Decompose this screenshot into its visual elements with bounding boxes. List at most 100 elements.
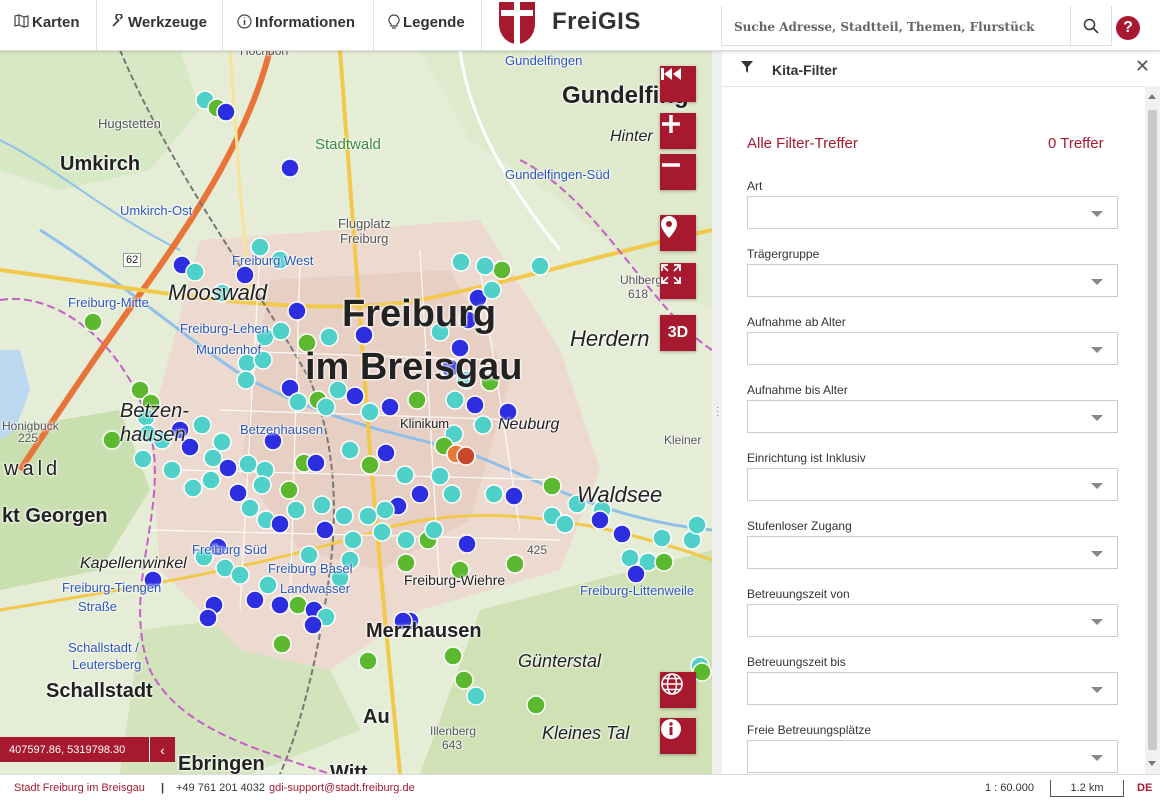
fullscreen-button[interactable] bbox=[660, 263, 696, 299]
coordinate-readout: 407597.86, 5319798.30 ‹ bbox=[0, 737, 175, 762]
locate-button[interactable] bbox=[660, 215, 696, 251]
footer: Stadt Freiburg im Breisgau | +49 761 201… bbox=[0, 774, 1160, 801]
nav-karten-label: Karten bbox=[32, 14, 80, 31]
label-freiburg-littenweiler: Freiburg-Littenweile bbox=[580, 583, 695, 598]
label-herdern: Herdern bbox=[570, 326, 650, 351]
top-navigation: Karten Werkzeuge Informationen Legende F… bbox=[0, 0, 1160, 51]
footer-email-link[interactable]: gdi-support@stadt.freiburg.de bbox=[269, 782, 415, 794]
label-wald: wald bbox=[4, 458, 62, 480]
chevron-down-icon bbox=[1091, 415, 1103, 421]
label-mundenhof: Mundenhof bbox=[196, 342, 262, 357]
nav-werkzeuge[interactable]: Werkzeuge bbox=[97, 0, 223, 50]
3d-button[interactable]: 3D bbox=[660, 315, 696, 351]
label-neuburg: Neuburg bbox=[498, 416, 560, 433]
field-label-betreuungszeit-bis: Betreuungszeit bis bbox=[747, 655, 846, 669]
select-betreuungszeit-von[interactable] bbox=[747, 604, 1118, 637]
info-icon bbox=[661, 719, 681, 739]
field-label-aufnahme-bis: Aufnahme bis Alter bbox=[747, 383, 848, 397]
fullscreen-icon bbox=[661, 264, 681, 284]
label-freiburg-tiengen-2: Straße bbox=[78, 599, 118, 614]
label-au: Au bbox=[363, 706, 390, 728]
label-road-62: 62 bbox=[123, 253, 142, 267]
zoom-out-button[interactable] bbox=[660, 154, 696, 190]
chevron-down-icon bbox=[1091, 211, 1103, 217]
help-button[interactable]: ? bbox=[1116, 16, 1140, 40]
panel-title: Kita-Filter bbox=[772, 62, 838, 78]
filter-icon bbox=[741, 61, 753, 73]
rewind-icon bbox=[661, 68, 681, 80]
nav-legende[interactable]: Legende bbox=[374, 0, 482, 50]
footer-org-link[interactable]: Stadt Freiburg im Breisgau bbox=[14, 782, 145, 794]
scroll-down-icon[interactable] bbox=[1148, 761, 1156, 766]
select-aufnahme-ab[interactable] bbox=[747, 332, 1118, 365]
label-mooswald: Mooswald bbox=[168, 280, 268, 305]
question-icon: ? bbox=[1123, 19, 1133, 36]
nav-informationen-label: Informationen bbox=[255, 14, 355, 31]
basemap-button[interactable] bbox=[660, 672, 696, 708]
field-label-traegergruppe: Trägergruppe bbox=[747, 247, 820, 261]
panel-header: Kita-Filter ✕ bbox=[722, 50, 1160, 87]
label-freiburg-sud: Freiburg Süd bbox=[192, 542, 268, 557]
label-hinter: Hinter bbox=[610, 128, 653, 145]
label-st-georgen: kt Georgen bbox=[2, 505, 108, 527]
scrollbar-thumb[interactable] bbox=[1148, 110, 1157, 750]
select-traegergruppe[interactable] bbox=[747, 264, 1118, 297]
info-icon bbox=[237, 14, 252, 32]
select-betreuungszeit-bis[interactable] bbox=[747, 672, 1118, 705]
label-flugplatz-2: Freiburg bbox=[340, 231, 389, 246]
label-umkirch: Umkirch bbox=[60, 153, 141, 175]
filter-results-count: 0 Treffer bbox=[1048, 135, 1104, 152]
label-ebringen: Ebringen bbox=[178, 753, 265, 774]
select-inklusiv[interactable] bbox=[747, 468, 1118, 501]
reset-view-button[interactable] bbox=[660, 66, 696, 102]
label-h425: 425 bbox=[527, 543, 548, 557]
label-betzenhausen-station: Betzenhausen bbox=[240, 422, 324, 437]
label-freiburg: Freiburg bbox=[342, 293, 497, 335]
chevron-down-icon bbox=[1091, 687, 1103, 693]
collapse-coords-button[interactable]: ‹ bbox=[149, 737, 175, 762]
select-aufnahme-bis[interactable] bbox=[747, 400, 1118, 433]
map-scale-ratio: 1 : 60.000 bbox=[985, 782, 1034, 794]
select-art[interactable] bbox=[747, 196, 1118, 229]
scale-bar: 1.2 km bbox=[1050, 780, 1124, 797]
coordinate-value: 407597.86, 5319798.30 bbox=[9, 743, 126, 756]
select-freie-plaetze[interactable] bbox=[747, 740, 1118, 773]
zoom-in-button[interactable] bbox=[660, 113, 696, 149]
label-gundelfingen-station: Gundelfingen bbox=[505, 53, 583, 68]
nav-karten[interactable]: Karten bbox=[0, 0, 97, 50]
label-waldsee: Waldsee bbox=[577, 482, 663, 507]
label-betzenhausen-1: Betzen- bbox=[120, 400, 189, 422]
label-betzenhausen-2: hausen bbox=[120, 424, 186, 446]
info-button[interactable] bbox=[660, 718, 696, 754]
field-label-freie-plaetze: Freie Betreuungsplätze bbox=[747, 723, 872, 737]
label-wittnau: Witt bbox=[330, 762, 368, 774]
label-gunterstal: Günterstal bbox=[518, 651, 602, 671]
search-input[interactable]: Suche Adresse, Stadtteil, Themen, Flurst… bbox=[721, 6, 1071, 46]
field-label-stufenlos: Stufenloser Zugang bbox=[747, 519, 852, 533]
label-freiburg-lehen: Freiburg-Lehen bbox=[180, 321, 269, 336]
select-stufenlos[interactable] bbox=[747, 536, 1118, 569]
nav-informationen[interactable]: Informationen bbox=[223, 0, 374, 50]
label-landwasser: Landwasser bbox=[280, 581, 351, 596]
panel-scrollbar[interactable] bbox=[1145, 86, 1160, 774]
map-canvas[interactable]: Hochdorf Hugstetten Umkirch Stadtwald Um… bbox=[0, 50, 712, 774]
label-freiburg-mitte: Freiburg-Mitte bbox=[68, 295, 149, 310]
label-illenberg: Illenberg bbox=[430, 724, 477, 738]
scroll-up-icon[interactable] bbox=[1148, 94, 1156, 99]
close-icon: ✕ bbox=[1134, 56, 1150, 76]
label-freiburg-west: Freiburg West bbox=[232, 253, 314, 268]
label-umkirch-ost: Umkirch-Ost bbox=[120, 203, 193, 218]
drag-handle-icon: · · · bbox=[716, 402, 720, 421]
globe-icon bbox=[661, 673, 683, 695]
plus-icon bbox=[662, 115, 680, 133]
language-switch[interactable]: DE bbox=[1137, 782, 1152, 794]
label-freiburg-tiengen: Freiburg-Tiengen bbox=[62, 580, 162, 595]
label-gundelfingen-sud: Gundelfingen-Süd bbox=[505, 167, 610, 182]
label-h618: 618 bbox=[628, 287, 649, 301]
panel-splitter[interactable]: · · · bbox=[712, 50, 722, 774]
search-button[interactable] bbox=[1070, 6, 1112, 46]
chevron-down-icon bbox=[1091, 483, 1103, 489]
label-stadtwald: Stadtwald bbox=[315, 136, 381, 153]
close-panel-button[interactable]: ✕ bbox=[1135, 56, 1150, 77]
label-klinikum: Klinikum bbox=[400, 416, 450, 431]
